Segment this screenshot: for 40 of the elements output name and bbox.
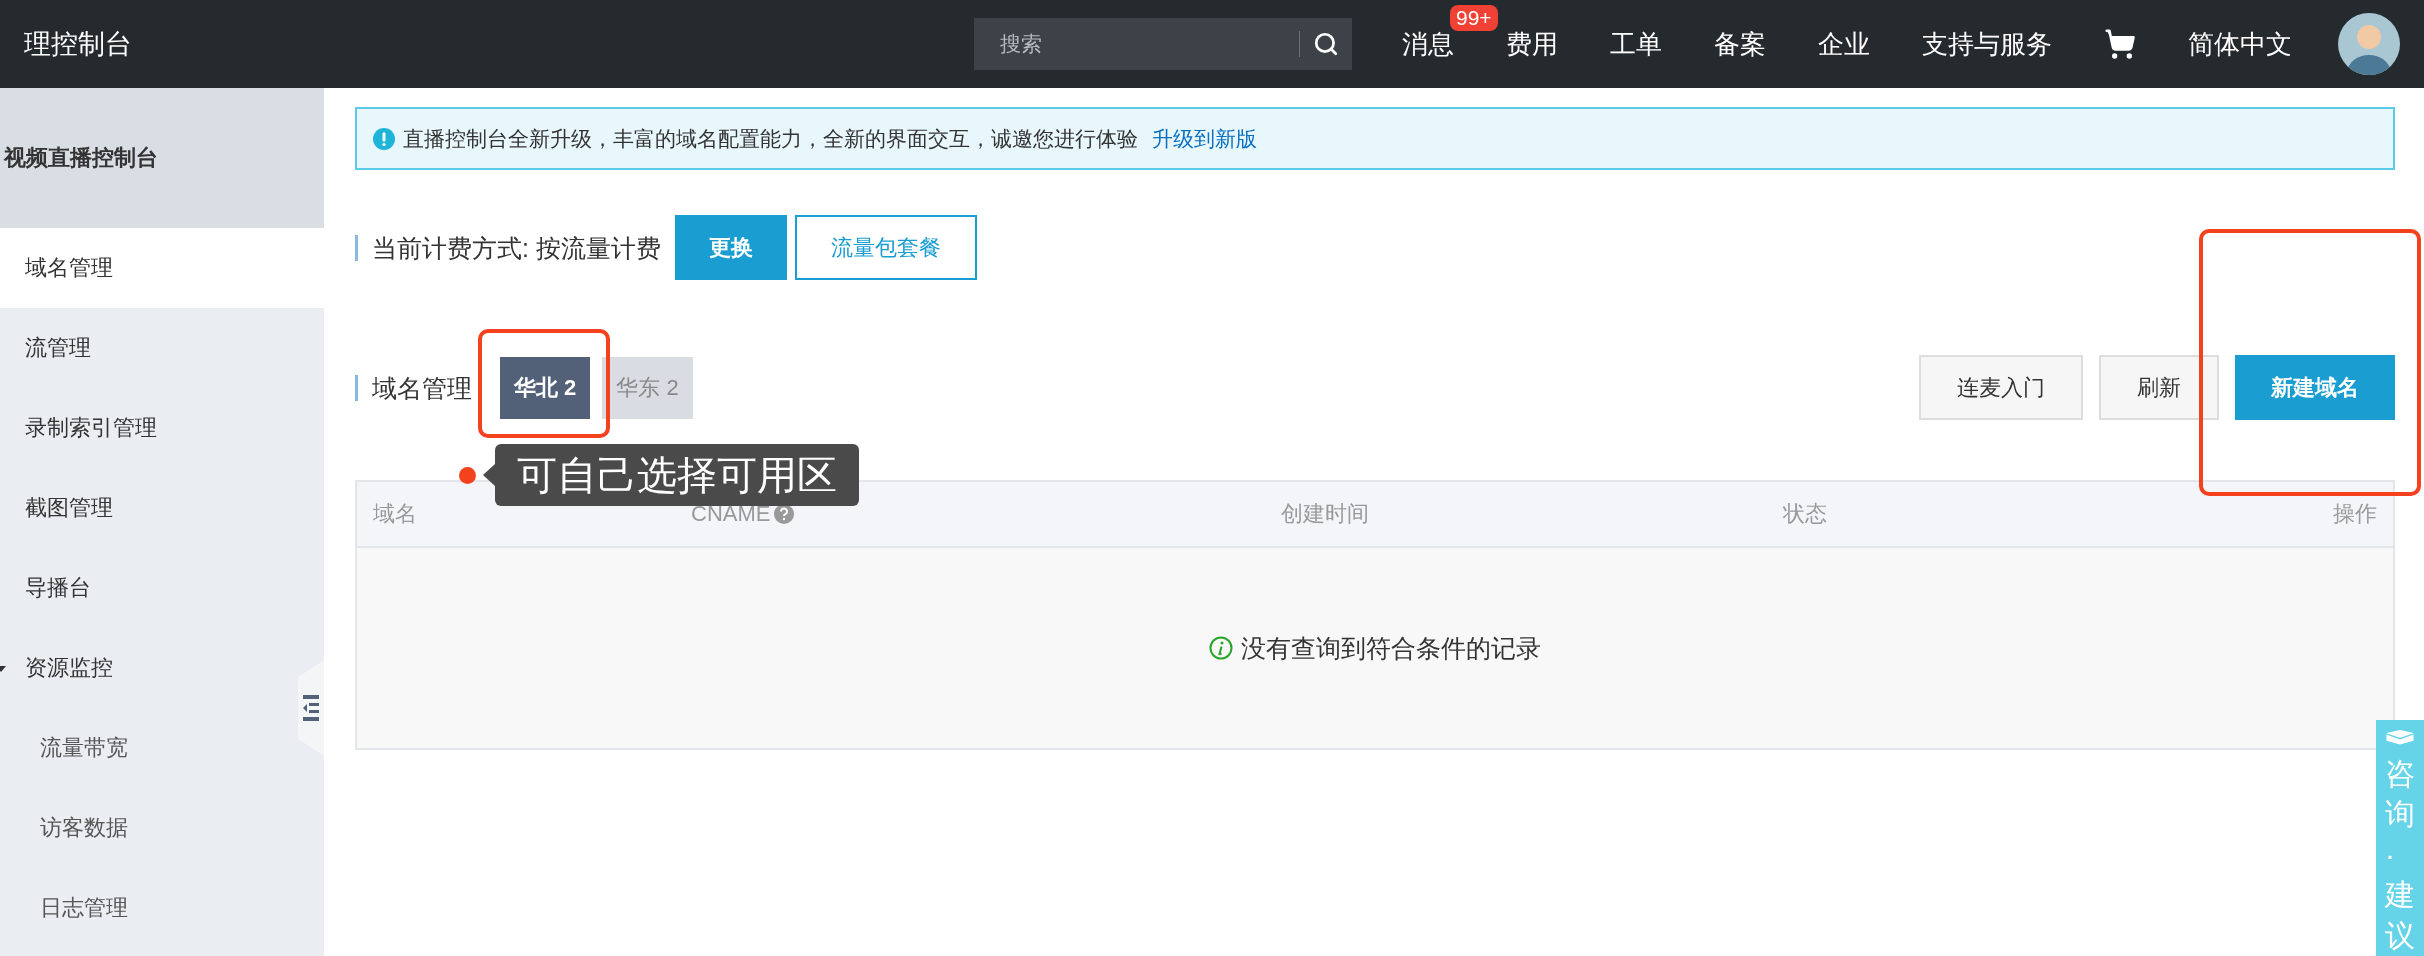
sidebar-item[interactable]: 录制索引管理 xyxy=(0,388,298,468)
sidebar-subitem[interactable]: 流量带宽 xyxy=(0,708,298,788)
marker-dot xyxy=(459,467,476,484)
sidebar-item[interactable]: 流管理 xyxy=(0,308,298,388)
sidebar-subitem[interactable]: 日志管理 xyxy=(0,868,298,948)
nav-link[interactable]: 企业 xyxy=(1818,26,1870,62)
nav-link[interactable]: 支持与服务 xyxy=(1922,26,2052,62)
cart-icon[interactable] xyxy=(2104,28,2136,60)
sidebar-subitem[interactable]: 访客数据 xyxy=(0,788,298,868)
column-header: 创建时间 xyxy=(1281,500,1369,528)
sidebar-item[interactable]: 资源监控 xyxy=(0,628,298,708)
envelope-icon xyxy=(2385,730,2415,746)
nav-link[interactable]: 费用 xyxy=(1506,26,1558,62)
billing-label: 当前计费方式: 按流量计费 xyxy=(355,234,661,261)
notice-text: 直播控制台全新升级，丰富的域名配置能力，全新的界面交互，诚邀您进行体验 xyxy=(403,125,1138,152)
search-icon[interactable] xyxy=(1300,18,1352,70)
nav-link[interactable]: 备案 xyxy=(1714,26,1766,62)
empty-message: 没有查询到符合条件的记录 xyxy=(1241,632,1541,664)
upgrade-link[interactable]: 升级到新版 xyxy=(1152,124,1257,153)
console-title: 理控制台 xyxy=(24,28,132,61)
count-badge: 99+ xyxy=(1450,4,1498,31)
search-field[interactable]: 搜索 xyxy=(974,18,1299,70)
region-tab[interactable]: 华北 2 xyxy=(500,356,591,419)
column-header: CNAME xyxy=(691,501,771,527)
sidebar-title: 视频直播控制台 xyxy=(4,144,158,172)
sidebar-item[interactable]: 导播台 xyxy=(0,548,298,628)
feedback-label: 咨询·建议 xyxy=(2385,755,2415,954)
sidebar-item[interactable]: 域名管理 xyxy=(0,228,324,308)
exclamation-icon xyxy=(373,127,395,150)
sidebar-item[interactable]: 截图管理 xyxy=(0,468,298,548)
callout-text: 可自己选择可用区 xyxy=(517,455,837,495)
language-link[interactable]: 简体中文 xyxy=(2188,26,2292,62)
action-button[interactable]: 连麦入门 xyxy=(1919,355,2083,420)
column-header: 域名 xyxy=(373,500,417,528)
column-header: 操作 xyxy=(2333,500,2377,528)
nav-link[interactable]: 工单 xyxy=(1610,26,1662,62)
section-title: 域名管理 xyxy=(355,374,472,401)
action-button[interactable]: 刷新 xyxy=(2099,355,2219,420)
info-icon xyxy=(1209,636,1233,660)
column-header: 状态 xyxy=(1783,500,1827,528)
